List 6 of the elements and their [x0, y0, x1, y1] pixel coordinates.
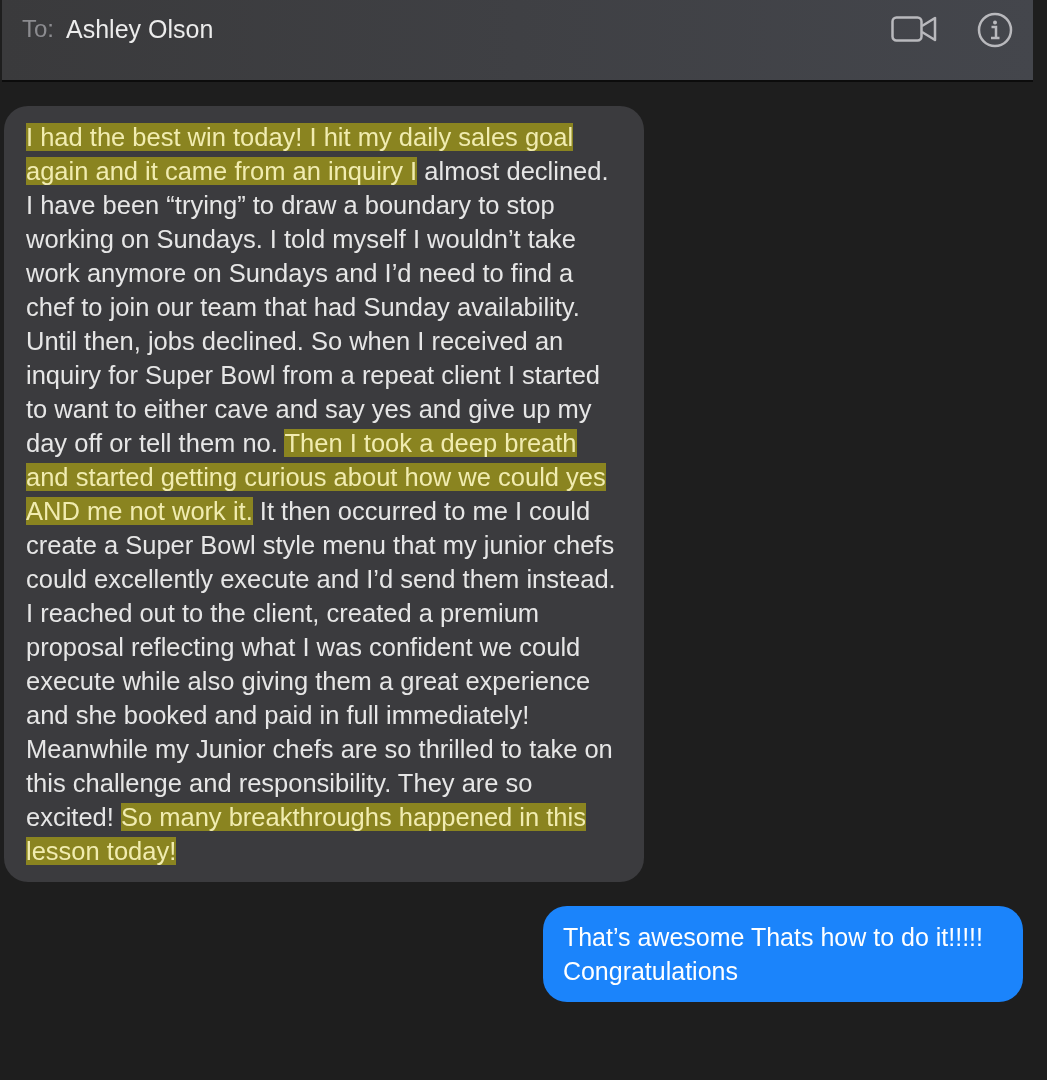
recipient-name: Ashley Olson	[66, 14, 214, 45]
info-icon[interactable]	[977, 12, 1013, 48]
video-camera-icon[interactable]	[891, 14, 937, 44]
message-bubble: That’s awesome Thats how to do it!!!!! Congratulations	[542, 906, 1023, 1002]
message-bubble: I had the best win today! I hit my daily sales goal again and it came from an inquiry I almost declined. I have been “trying” to draw a boundary to stop working on Sundays. I told myself I wouldn’t take work anymore on Sundays and I’d need to find a chef to join our team that had Sunday availability. Until then, jobs declined. So when I received an inquiry for Super Bowl from a repeat client I started to want to either cave and say yes and give up my day off or tell them no. Then I took a deep breath and started getting curious about how we could yes AND me not work it. It then occurred to me I could create a Super Bowl style menu that my junior chefs could excellently execute and I’d send them instead. I reached out to the client, created a premium proposal reflecting what I was confident we could execute while also giving them a great experience and she booked and paid in full immediately! Meanwhile my Junior chefs are so thrilled to take on this challenge and responsibility. They are so excited! So many breakthroughs happened in this lesson today!	[4, 106, 644, 882]
to-label: To:	[22, 14, 54, 44]
